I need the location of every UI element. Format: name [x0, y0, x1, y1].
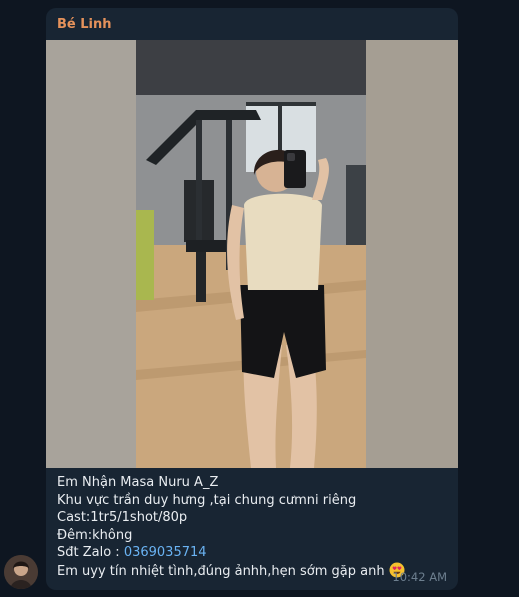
- avatar-image: [4, 555, 38, 589]
- message-text: Em Nhận Masa Nuru A_Z Khu vực trần duy h…: [57, 474, 449, 581]
- message-photo[interactable]: [46, 40, 458, 468]
- message-line: Em uyy tín nhiệt tình,đúng ảnhh,hẹn sớm …: [57, 562, 449, 581]
- message-line: Khu vực trần duy hưng ,tại chung cưmni r…: [57, 492, 357, 508]
- message-time: 10:42 AM: [392, 570, 447, 584]
- chat-area: Bé Linh Em Nhận Masa Nuru A_Z Khu vực tr…: [0, 0, 519, 597]
- sender-avatar[interactable]: [4, 555, 38, 589]
- message-line: Cast:1tr5/1shot/80p: [57, 510, 188, 526]
- phone-label: Sđt Zalo :: [57, 545, 124, 561]
- sender-name[interactable]: Bé Linh: [57, 17, 112, 32]
- message-bubble[interactable]: Bé Linh Em Nhận Masa Nuru A_Z Khu vực tr…: [46, 8, 458, 590]
- last-line-text: Em uyy tín nhiệt tình,đúng ảnhh,hẹn sớm …: [57, 563, 385, 579]
- phone-number-link[interactable]: 0369035714: [124, 545, 207, 560]
- message-line: Đêm:không: [57, 527, 133, 543]
- phone-line: Sđt Zalo : 0369035714: [57, 544, 449, 562]
- message-line: Em Nhận Masa Nuru A_Z: [57, 475, 219, 490]
